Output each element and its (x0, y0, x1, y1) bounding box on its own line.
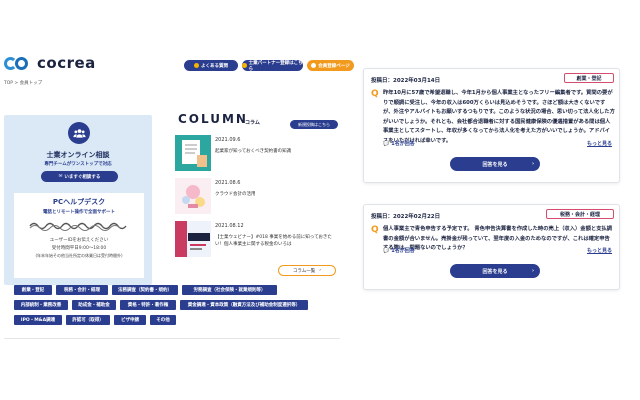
tag[interactable]: 資金調達・資本政策（融資方法及び補助金制度選択等） (180, 300, 308, 310)
question-text: 昨年10月に57歳で希望退職し、今年1月から個人事業主となったフリー編集者です。… (383, 90, 615, 144)
breadcrumb[interactable]: TOP > 会員トップ (4, 80, 42, 86)
column-date: 2021.09.6 (215, 137, 241, 143)
redacted-phone-number (29, 222, 127, 231)
user-icon (311, 63, 317, 68)
logo-mark-icon (4, 56, 34, 70)
online-consult-panel: 士業オンライン相談 専門チームがワンストップで対応 ✉ いますぐ相談する PCヘ… (4, 115, 152, 285)
column-thumbnail (175, 135, 211, 171)
pc-helpdesk-line2: ユーザーIDをお伝えください (49, 238, 109, 243)
pc-helpdesk-title: PCヘルプデスク (52, 198, 106, 206)
chat-bubble-icon: 💬 (383, 247, 390, 254)
column-item[interactable]: 2021.08.12 【士業ウェビナー】#018 事業を始める前に知っておきたい… (175, 221, 340, 261)
cocrea-logo[interactable]: cocrea (4, 54, 96, 72)
tag[interactable]: 許認可（取得） (66, 315, 110, 325)
question-date: 投稿日：2022年02月22日 (371, 214, 441, 220)
tag[interactable]: 労務調査（社会保険・就業規則等） (182, 285, 277, 295)
arrow-right-icon: › (319, 268, 322, 273)
column-text: 起業家が知っておくべき契約書の知識 (215, 149, 292, 154)
people-icon (68, 122, 90, 144)
column-list-button[interactable]: コラム一覧 › (278, 265, 336, 276)
tag[interactable]: 内部統制・業務改善 (14, 300, 68, 310)
question-icon (194, 63, 199, 68)
column-item[interactable]: 2021.09.6 起業家が知っておくべき契約書の知識 (175, 135, 340, 175)
faq-button[interactable]: よくある質問 (184, 60, 238, 71)
chat-bubble-icon: 💬 (383, 140, 390, 147)
tag[interactable]: 創業・登記 (14, 285, 52, 295)
column-thumbnail (175, 178, 211, 214)
column-title: COLUMN (178, 112, 248, 126)
column-date: 2021.08.6 (215, 180, 241, 186)
column-item[interactable]: 2021.08.6 クラウド会計の活用 (175, 178, 340, 218)
answer-count[interactable]: 💬 1名が回答 (383, 140, 415, 148)
question-card: 投稿日：2022年03月14日 創業・登記 Q 昨年10月に57歳で希望退職し、… (363, 68, 620, 183)
column-subtitle: コラム (245, 120, 260, 126)
tag[interactable]: 助成金・補助金 (72, 300, 116, 310)
question-mark-icon: Q (371, 89, 379, 99)
view-answer-button[interactable]: 回答を見る › (450, 157, 540, 171)
column-date: 2021.08.12 (215, 223, 244, 229)
column-text: クラウド会計の活用 (215, 192, 256, 197)
pc-helpdesk-line1: 電話とリモート操作で全面サポート (43, 210, 115, 215)
pc-helpdesk-line3: 受付時間平日9:00～18:00 (51, 246, 107, 251)
pc-helpdesk-box: PCヘルプデスク 電話とリモート操作で全面サポート ユーザーIDをお伝えください… (14, 193, 144, 278)
tag[interactable]: 資格・特許・著作権 (120, 300, 176, 310)
consult-now-button[interactable]: ✉ いますぐ相談する (41, 171, 118, 182)
see-more-link[interactable]: もっと見る (587, 140, 612, 147)
consult-subtitle: 専門チームがワンストップで対応 (44, 162, 112, 167)
page-divider (4, 338, 340, 339)
member-register-button[interactable]: 会員登録ページ (307, 60, 354, 71)
new-post-button[interactable]: 新規投稿はこちら (290, 120, 338, 129)
tag[interactable]: 法務調査（契約書・規約） (112, 285, 178, 295)
question-card: 投稿日：2022年02月22日 税務・会計・経理 Q 個人事業主で青色申告する予… (363, 204, 620, 290)
column-thumbnail (175, 221, 211, 257)
pc-helpdesk-line4: (年末年始その他当社所定の休業日は受付時間外) (35, 253, 123, 258)
question-date: 投稿日：2022年03月14日 (371, 78, 441, 84)
arrow-right-icon: › (531, 268, 534, 274)
question-category[interactable]: 税務・会計・経理 (546, 209, 614, 219)
tag[interactable]: IPO・M&A調達 (14, 315, 62, 325)
logo-text: cocrea (37, 54, 96, 72)
answer-count[interactable]: 💬 1名が回答 (383, 247, 415, 255)
consult-title: 士業オンライン相談 (46, 151, 110, 159)
arrow-right-icon: › (531, 161, 534, 167)
mail-icon: ✉ (58, 174, 63, 179)
column-text: 【士業ウェビナー】#018 事業を始める前に知っておきたい！個人事業主に関する税… (215, 235, 332, 247)
tag[interactable]: その他 (150, 315, 176, 325)
tag[interactable]: ビザ申請 (114, 315, 146, 325)
partner-icon (242, 63, 247, 68)
question-mark-icon: Q (371, 225, 379, 235)
tag[interactable]: 税務・会計・経理 (56, 285, 108, 295)
partner-register-button[interactable]: 士業パートナー登録はこちら (242, 60, 303, 72)
question-category[interactable]: 創業・登記 (564, 73, 614, 83)
question-text: 個人事業主で青色申告する予定です。 青色申告決算書を作成した時の売上（収入）金額… (383, 226, 613, 251)
view-answer-button[interactable]: 回答を見る › (450, 264, 540, 278)
see-more-link[interactable]: もっと見る (587, 247, 612, 254)
